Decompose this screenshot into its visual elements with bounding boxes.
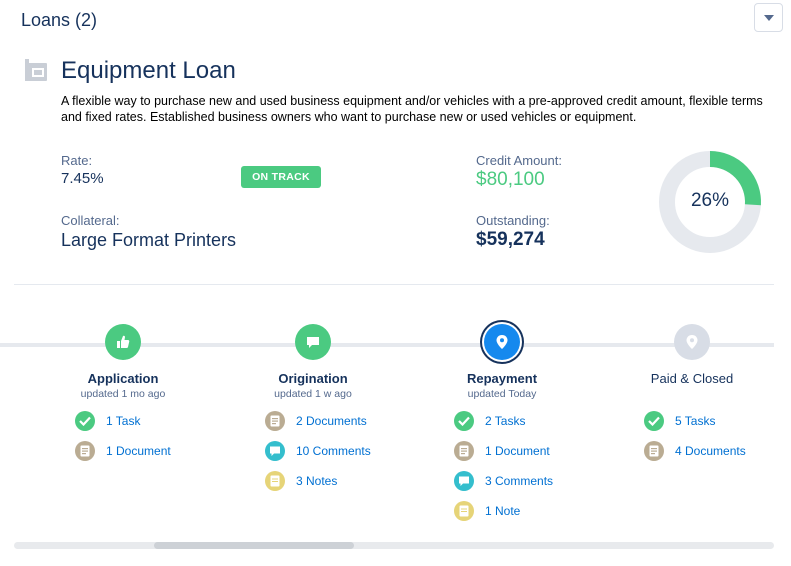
note-icon [454, 501, 474, 521]
stage-item[interactable]: 10 Comments [265, 441, 371, 461]
status-badge: ON TRACK [241, 166, 321, 188]
stage-item[interactable]: 3 Comments [454, 471, 553, 491]
note-icon [265, 471, 285, 491]
credit-amount-value: $80,100 [476, 169, 545, 190]
location-pin-icon[interactable] [674, 324, 710, 360]
rate-label: Rate: [61, 153, 93, 168]
stage-updated: updated Today [467, 388, 537, 400]
stage-name: Origination [278, 371, 348, 386]
rate-value: 7.45% [61, 170, 104, 187]
outstanding-value: $59,274 [476, 229, 545, 250]
section-divider [14, 284, 774, 285]
stage-item-link[interactable]: 1 Note [485, 504, 520, 518]
check-icon [644, 411, 664, 431]
thumbs-up-icon[interactable] [105, 324, 141, 360]
stage-item-link[interactable]: 2 Documents [296, 414, 367, 428]
loan-title: Equipment Loan [61, 57, 236, 84]
document-icon [265, 411, 285, 431]
stage-item-link[interactable]: 5 Tasks [675, 414, 715, 428]
collateral-label: Collateral: [61, 213, 120, 228]
check-icon [454, 411, 474, 431]
stage-item-link[interactable]: 1 Document [485, 444, 550, 458]
stage-item[interactable]: 2 Documents [265, 411, 367, 431]
stage-updated: updated 1 mo ago [80, 388, 166, 400]
horizontal-scrollbar-track[interactable] [14, 542, 774, 549]
stage-name: Application [87, 371, 159, 386]
chat-bubble-icon[interactable] [295, 324, 331, 360]
collateral-value: Large Format Printers [61, 230, 237, 250]
stage-item-link[interactable]: 4 Documents [675, 444, 746, 458]
panel-menu-button[interactable] [754, 3, 783, 32]
stage-item-link[interactable]: 10 Comments [296, 444, 371, 458]
progress-percent: 26% [690, 190, 730, 211]
stage-name: Repayment [466, 371, 538, 386]
comment-icon [454, 471, 474, 491]
stage-item[interactable]: 1 Document [454, 441, 550, 461]
document-icon [454, 441, 474, 461]
loan-building-icon [24, 58, 48, 87]
outstanding-label: Outstanding: [476, 213, 550, 228]
stage-name: Paid & Closed [650, 371, 734, 386]
stage-item[interactable]: 1 Document [75, 441, 171, 461]
check-icon [75, 411, 95, 431]
comment-icon [265, 441, 285, 461]
stage-item[interactable]: 2 Tasks [454, 411, 525, 431]
stage-item[interactable]: 1 Note [454, 501, 520, 521]
loan-description: A flexible way to purchase new and used … [61, 94, 763, 124]
stage-item[interactable]: 1 Task [75, 411, 140, 431]
document-icon [75, 441, 95, 461]
stage-item-link[interactable]: 1 Document [106, 444, 171, 458]
location-pin-icon[interactable] [484, 324, 520, 360]
stage-item-link[interactable]: 1 Task [106, 414, 140, 428]
stage-item-link[interactable]: 2 Tasks [485, 414, 525, 428]
stage-item[interactable]: 5 Tasks [644, 411, 715, 431]
stage-item-link[interactable]: 3 Notes [296, 474, 337, 488]
stage-updated: updated 1 w ago [274, 388, 352, 400]
document-icon [644, 441, 664, 461]
stage-item[interactable]: 4 Documents [644, 441, 746, 461]
stage-item[interactable]: 3 Notes [265, 471, 337, 491]
panel-title: Loans (2) [21, 10, 98, 30]
horizontal-scrollbar-thumb[interactable] [154, 542, 354, 549]
stage-item-link[interactable]: 3 Comments [485, 474, 553, 488]
chevron-down-icon [763, 14, 774, 21]
credit-amount-label: Credit Amount: [476, 153, 562, 168]
